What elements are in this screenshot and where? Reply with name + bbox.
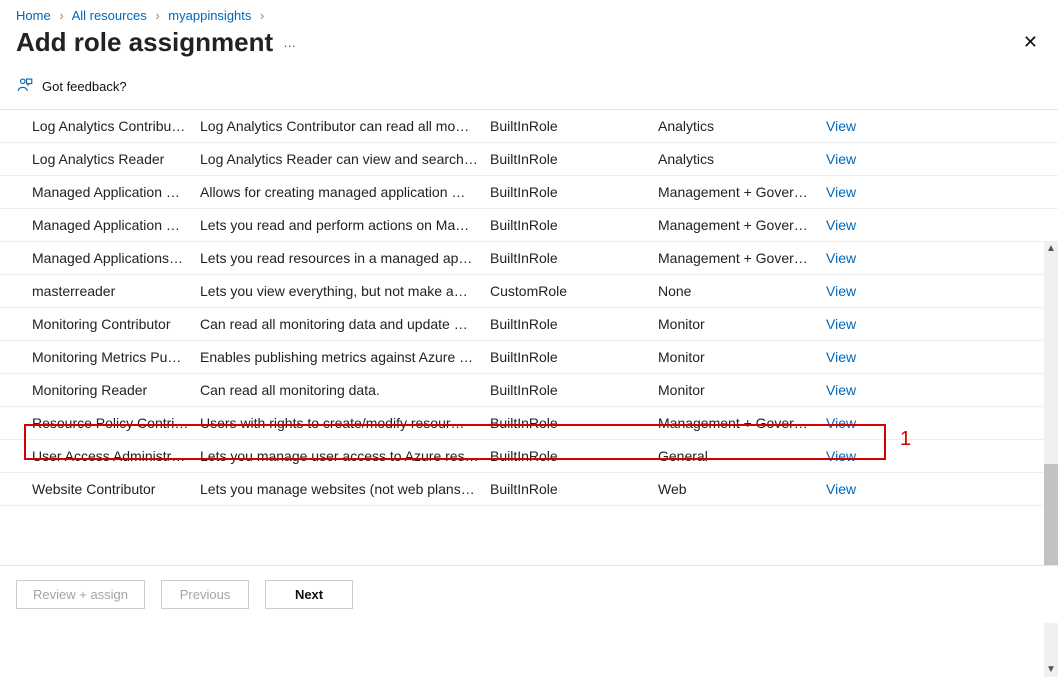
role-description: Log Analytics Contributor can read all m… bbox=[200, 118, 490, 134]
role-description: Lets you read resources in a managed ap… bbox=[200, 250, 490, 266]
role-name: User Access Administr… bbox=[32, 448, 200, 464]
review-assign-button: Review + assign bbox=[16, 580, 145, 609]
role-name: Managed Application … bbox=[32, 217, 200, 233]
role-name: masterreader bbox=[32, 283, 200, 299]
table-row[interactable]: Monitoring ContributorCan read all monit… bbox=[0, 308, 1058, 341]
role-description: Can read all monitoring data and update … bbox=[200, 316, 490, 332]
role-description: Log Analytics Reader can view and search… bbox=[200, 151, 490, 167]
role-name: Monitoring Reader bbox=[32, 382, 200, 398]
role-category: None bbox=[658, 283, 826, 299]
next-button[interactable]: Next bbox=[265, 580, 353, 609]
role-category: Monitor bbox=[658, 349, 826, 365]
scroll-up-icon[interactable]: ▲ bbox=[1044, 242, 1058, 256]
view-link[interactable]: View bbox=[826, 151, 856, 167]
role-description: Allows for creating managed application … bbox=[200, 184, 490, 200]
role-type: BuiltInRole bbox=[490, 481, 658, 497]
view-link[interactable]: View bbox=[826, 349, 856, 365]
role-description: Lets you read and perform actions on Ma… bbox=[200, 217, 490, 233]
view-link[interactable]: View bbox=[826, 217, 856, 233]
scroll-down-icon[interactable]: ▼ bbox=[1044, 663, 1058, 677]
table-row[interactable]: Monitoring ReaderCan read all monitoring… bbox=[0, 374, 1058, 407]
role-name: Managed Application … bbox=[32, 184, 200, 200]
scrollbar-thumb[interactable] bbox=[1044, 464, 1058, 574]
role-category: General bbox=[658, 448, 826, 464]
role-name: Website Contributor bbox=[32, 481, 200, 497]
chevron-right-icon: › bbox=[260, 8, 264, 23]
role-type: BuiltInRole bbox=[490, 316, 658, 332]
view-link[interactable]: View bbox=[826, 316, 856, 332]
table-row[interactable]: Log Analytics ReaderLog Analytics Reader… bbox=[0, 143, 1058, 176]
feedback-label: Got feedback? bbox=[42, 79, 127, 94]
role-description: Lets you manage user access to Azure res… bbox=[200, 448, 490, 464]
feedback-link[interactable]: Got feedback? bbox=[0, 70, 1058, 109]
role-name: Log Analytics Reader bbox=[32, 151, 200, 167]
breadcrumb-allresources[interactable]: All resources bbox=[72, 8, 147, 23]
table-row[interactable]: Monitoring Metrics Pu…Enables publishing… bbox=[0, 341, 1058, 374]
role-category: Management + Gover… bbox=[658, 415, 826, 431]
role-type: BuiltInRole bbox=[490, 217, 658, 233]
page-title: Add role assignment bbox=[16, 27, 273, 58]
role-category: Management + Gover… bbox=[658, 184, 826, 200]
role-category: Analytics bbox=[658, 118, 826, 134]
table-row[interactable]: Log Analytics Contribu…Log Analytics Con… bbox=[0, 110, 1058, 143]
view-link[interactable]: View bbox=[826, 250, 856, 266]
role-description: Lets you view everything, but not make a… bbox=[200, 283, 490, 299]
view-link[interactable]: View bbox=[826, 448, 856, 464]
role-type: BuiltInRole bbox=[490, 250, 658, 266]
annotation-label-1: 1 bbox=[900, 428, 911, 451]
breadcrumb-home[interactable]: Home bbox=[16, 8, 51, 23]
role-type: BuiltInRole bbox=[490, 448, 658, 464]
role-category: Management + Gover… bbox=[658, 250, 826, 266]
role-category: Monitor bbox=[658, 382, 826, 398]
role-name: Managed Applications… bbox=[32, 250, 200, 266]
role-category: Monitor bbox=[658, 316, 826, 332]
role-type: BuiltInRole bbox=[490, 415, 658, 431]
role-name: Log Analytics Contribu… bbox=[32, 118, 200, 134]
role-type: BuiltInRole bbox=[490, 118, 658, 134]
role-category: Management + Gover… bbox=[658, 217, 826, 233]
view-link[interactable]: View bbox=[826, 283, 856, 299]
role-type: BuiltInRole bbox=[490, 382, 658, 398]
role-description: Can read all monitoring data. bbox=[200, 382, 490, 398]
more-icon[interactable]: … bbox=[283, 35, 298, 50]
previous-button: Previous bbox=[161, 580, 249, 609]
table-row[interactable]: Managed Applications…Lets you read resou… bbox=[0, 242, 1058, 275]
chevron-right-icon: › bbox=[155, 8, 159, 23]
feedback-icon bbox=[16, 76, 34, 97]
footer-buttons: Review + assign Previous Next bbox=[0, 565, 1058, 623]
role-description: Users with rights to create/modify resou… bbox=[200, 415, 490, 431]
role-description: Enables publishing metrics against Azure… bbox=[200, 349, 490, 365]
role-name: Resource Policy Contri… bbox=[32, 415, 200, 431]
view-link[interactable]: View bbox=[826, 118, 856, 134]
view-link[interactable]: View bbox=[826, 481, 856, 497]
table-row[interactable]: Managed Application …Allows for creating… bbox=[0, 176, 1058, 209]
role-type: BuiltInRole bbox=[490, 184, 658, 200]
role-description: Lets you manage websites (not web plans… bbox=[200, 481, 490, 497]
role-category: Web bbox=[658, 481, 826, 497]
table-row[interactable]: masterreaderLets you view everything, bu… bbox=[0, 275, 1058, 308]
role-type: CustomRole bbox=[490, 283, 658, 299]
chevron-right-icon: › bbox=[59, 8, 63, 23]
view-link[interactable]: View bbox=[826, 415, 856, 431]
table-row[interactable]: Website ContributorLets you manage websi… bbox=[0, 473, 1058, 506]
role-name: Monitoring Metrics Pu… bbox=[32, 349, 200, 365]
role-type: BuiltInRole bbox=[490, 151, 658, 167]
role-category: Analytics bbox=[658, 151, 826, 167]
view-link[interactable]: View bbox=[826, 382, 856, 398]
breadcrumb-app[interactable]: myappinsights bbox=[168, 8, 251, 23]
table-row[interactable]: Managed Application …Lets you read and p… bbox=[0, 209, 1058, 242]
close-icon[interactable]: ✕ bbox=[1019, 28, 1042, 57]
breadcrumb: Home › All resources › myappinsights › bbox=[0, 0, 1058, 27]
view-link[interactable]: View bbox=[826, 184, 856, 200]
role-type: BuiltInRole bbox=[490, 349, 658, 365]
role-name: Monitoring Contributor bbox=[32, 316, 200, 332]
